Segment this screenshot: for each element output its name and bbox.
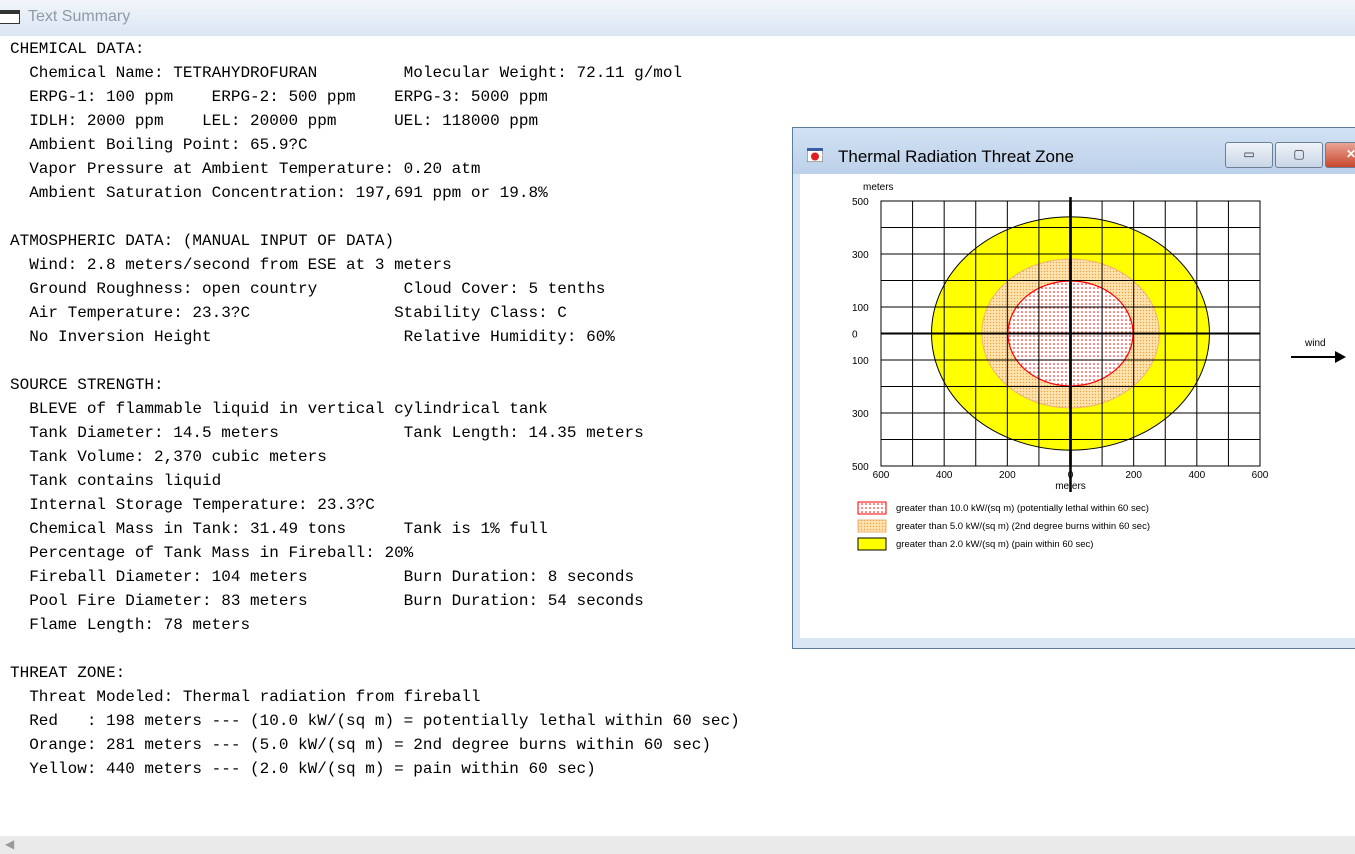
x-tick-label: 200 <box>999 470 1016 481</box>
y-tick-label: 300 <box>852 409 869 420</box>
text-window-icon <box>0 10 20 24</box>
threat-zone-app-icon <box>807 148 823 162</box>
wind-arrow-icon <box>1335 351 1346 363</box>
minimize-button[interactable]: ▭ <box>1225 142 1273 168</box>
summary-line: CHEMICAL DATA: <box>10 40 145 58</box>
legend-label-red: greater than 10.0 kW/(sq m) (potentially… <box>896 503 1149 514</box>
threat-zone-chart: 600 400 200 0 200 400 600 500 300 100 0 100 300 500 me… <box>852 182 1346 551</box>
summary-line <box>10 349 740 373</box>
summary-line: Internal Storage Temperature: 23.3?C <box>10 496 375 514</box>
y-tick-label: 500 <box>852 462 869 473</box>
summary-line: Tank Diameter: 14.5 meters Tank Length: … <box>10 424 644 442</box>
threat-zone-title: Thermal Radiation Threat Zone <box>838 147 1074 166</box>
window-title: Text Summary <box>28 8 131 25</box>
summary-line: Wind: 2.8 meters/second from ESE at 3 me… <box>10 256 452 274</box>
x-tick-label: 0 <box>1068 470 1074 481</box>
summary-line: THREAT ZONE: <box>10 664 126 682</box>
summary-line: Red : 198 meters --- (10.0 kW/(sq m) = p… <box>10 712 740 730</box>
summary-line: Chemical Name: TETRAHYDROFURAN Molecular… <box>10 64 683 82</box>
x-tick-label: 400 <box>936 470 953 481</box>
maximize-button[interactable]: ▢ <box>1275 142 1323 168</box>
summary-line: Yellow: 440 meters --- (2.0 kW/(sq m) = … <box>10 760 596 778</box>
title-bar: Text Summary <box>0 0 1355 36</box>
wind-label: wind <box>1304 338 1326 349</box>
summary-line: No Inversion Height Relative Humidity: 6… <box>10 328 615 346</box>
summary-line: SOURCE STRENGTH: <box>10 376 164 394</box>
legend-label-orange: greater than 5.0 kW/(sq m) (2nd degree b… <box>896 521 1150 532</box>
summary-line <box>10 205 740 229</box>
summary-line: Threat Modeled: Thermal radiation from f… <box>10 688 481 706</box>
summary-line: Tank Volume: 2,370 cubic meters <box>10 448 327 466</box>
summary-line: Tank contains liquid <box>10 472 222 490</box>
summary-line: IDLH: 2000 ppm LEL: 20000 ppm UEL: 11800… <box>10 112 539 130</box>
x-tick-label: 600 <box>1252 470 1269 481</box>
summary-line: Orange: 281 meters --- (5.0 kW/(sq m) = … <box>10 736 711 754</box>
legend-label-yellow: greater than 2.0 kW/(sq m) (pain within … <box>896 539 1093 550</box>
y-tick-label: 300 <box>852 250 869 261</box>
summary-line: Ambient Saturation Concentration: 197,69… <box>10 184 548 202</box>
legend-swatch-yellow <box>857 537 887 551</box>
scroll-left-arrow-icon[interactable]: ◀ <box>5 837 14 851</box>
close-button[interactable]: ✕ <box>1325 142 1355 168</box>
summary-line: Ground Roughness: open country Cloud Cov… <box>10 280 606 298</box>
summary-line: Flame Length: 78 meters <box>10 616 251 634</box>
x-axis-unit-label: meters <box>1055 481 1086 492</box>
threat-zone-title-bar[interactable]: Thermal Radiation Threat Zone ▭ ▢ ✕ <box>793 128 1355 174</box>
y-tick-label: 100 <box>852 356 869 367</box>
summary-line: Air Temperature: 23.3?C Stability Class:… <box>10 304 567 322</box>
summary-line: BLEVE of flammable liquid in vertical cy… <box>10 400 548 418</box>
summary-line: Fireball Diameter: 104 meters Burn Durat… <box>10 568 635 586</box>
summary-line: Chemical Mass in Tank: 31.49 tons Tank i… <box>10 520 548 538</box>
summary-line: ATMOSPHERIC DATA: (MANUAL INPUT OF DATA) <box>10 232 395 250</box>
y-tick-label: 0 <box>852 330 858 341</box>
summary-line <box>10 637 740 661</box>
x-tick-label: 600 <box>873 470 890 481</box>
y-tick-label: 500 <box>852 197 869 208</box>
legend-swatch-orange <box>857 519 887 533</box>
summary-line: Percentage of Tank Mass in Fireball: 20% <box>10 544 414 562</box>
summary-line: Pool Fire Diameter: 83 meters Burn Durat… <box>10 592 644 610</box>
summary-line: ERPG-1: 100 ppm ERPG-2: 500 ppm ERPG-3: … <box>10 88 548 106</box>
y-axis-unit-label: meters <box>863 182 894 193</box>
threat-zone-window[interactable]: Thermal Radiation Threat Zone ▭ ▢ ✕ 600 4… <box>792 127 1355 649</box>
horizontal-scrollbar[interactable]: ◀ <box>0 836 1355 854</box>
summary-line: Ambient Boiling Point: 65.9?C <box>10 136 308 154</box>
x-tick-label: 200 <box>1125 470 1142 481</box>
y-tick-label: 100 <box>852 303 869 314</box>
legend-swatch-red <box>857 501 887 515</box>
threat-zone-plot-area: 600 400 200 0 200 400 600 500 300 100 0 100 300 500 me… <box>800 174 1355 638</box>
text-summary: CHEMICAL DATA: Chemical Name: TETRAHYDRO… <box>10 37 740 781</box>
x-tick-label: 400 <box>1188 470 1205 481</box>
summary-line: Vapor Pressure at Ambient Temperature: 0… <box>10 160 481 178</box>
